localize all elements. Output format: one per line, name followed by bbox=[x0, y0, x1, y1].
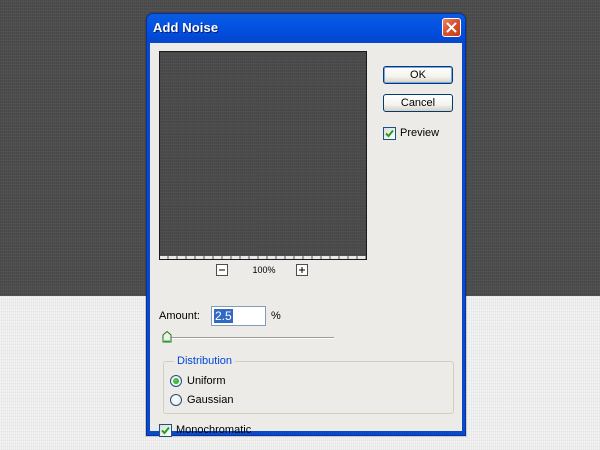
add-noise-dialog: Add Noise 100% OK Cancel Preview Amount:… bbox=[146, 13, 466, 437]
close-icon bbox=[446, 22, 457, 33]
dialog-title: Add Noise bbox=[153, 20, 219, 35]
checkmark-icon bbox=[385, 129, 394, 138]
dialog-body: 100% OK Cancel Preview Amount: 2.5 % Dis… bbox=[150, 43, 462, 437]
distribution-legend: Distribution bbox=[174, 355, 236, 367]
amount-slider-thumb[interactable] bbox=[162, 331, 172, 343]
uniform-radio[interactable] bbox=[170, 375, 182, 387]
amount-slider-track[interactable] bbox=[162, 337, 334, 339]
gaussian-label: Gaussian bbox=[187, 394, 234, 406]
amount-unit: % bbox=[271, 310, 281, 322]
zoom-level: 100% bbox=[252, 265, 276, 275]
cancel-button[interactable]: Cancel bbox=[383, 94, 453, 112]
uniform-label: Uniform bbox=[187, 375, 226, 387]
preview-checkbox[interactable] bbox=[383, 127, 396, 140]
monochromatic-label: Monochromatic bbox=[176, 424, 252, 436]
radio-selected-dot bbox=[173, 378, 179, 384]
close-button[interactable] bbox=[442, 18, 461, 37]
preview-light-edge bbox=[160, 256, 366, 259]
plus-icon bbox=[299, 267, 305, 273]
zoom-in-button[interactable] bbox=[296, 264, 308, 276]
filter-preview[interactable] bbox=[159, 51, 367, 260]
amount-value: 2.5 bbox=[214, 309, 233, 323]
title-bar[interactable]: Add Noise bbox=[147, 14, 465, 43]
gaussian-radio[interactable] bbox=[170, 394, 182, 406]
amount-label: Amount: bbox=[159, 310, 200, 322]
distribution-group bbox=[163, 361, 454, 414]
checkmark-icon bbox=[161, 426, 170, 435]
minus-icon bbox=[219, 269, 225, 271]
ok-button[interactable]: OK bbox=[383, 66, 453, 84]
monochromatic-checkbox[interactable] bbox=[159, 424, 172, 437]
zoom-out-button[interactable] bbox=[216, 264, 228, 276]
preview-label: Preview bbox=[400, 127, 440, 139]
